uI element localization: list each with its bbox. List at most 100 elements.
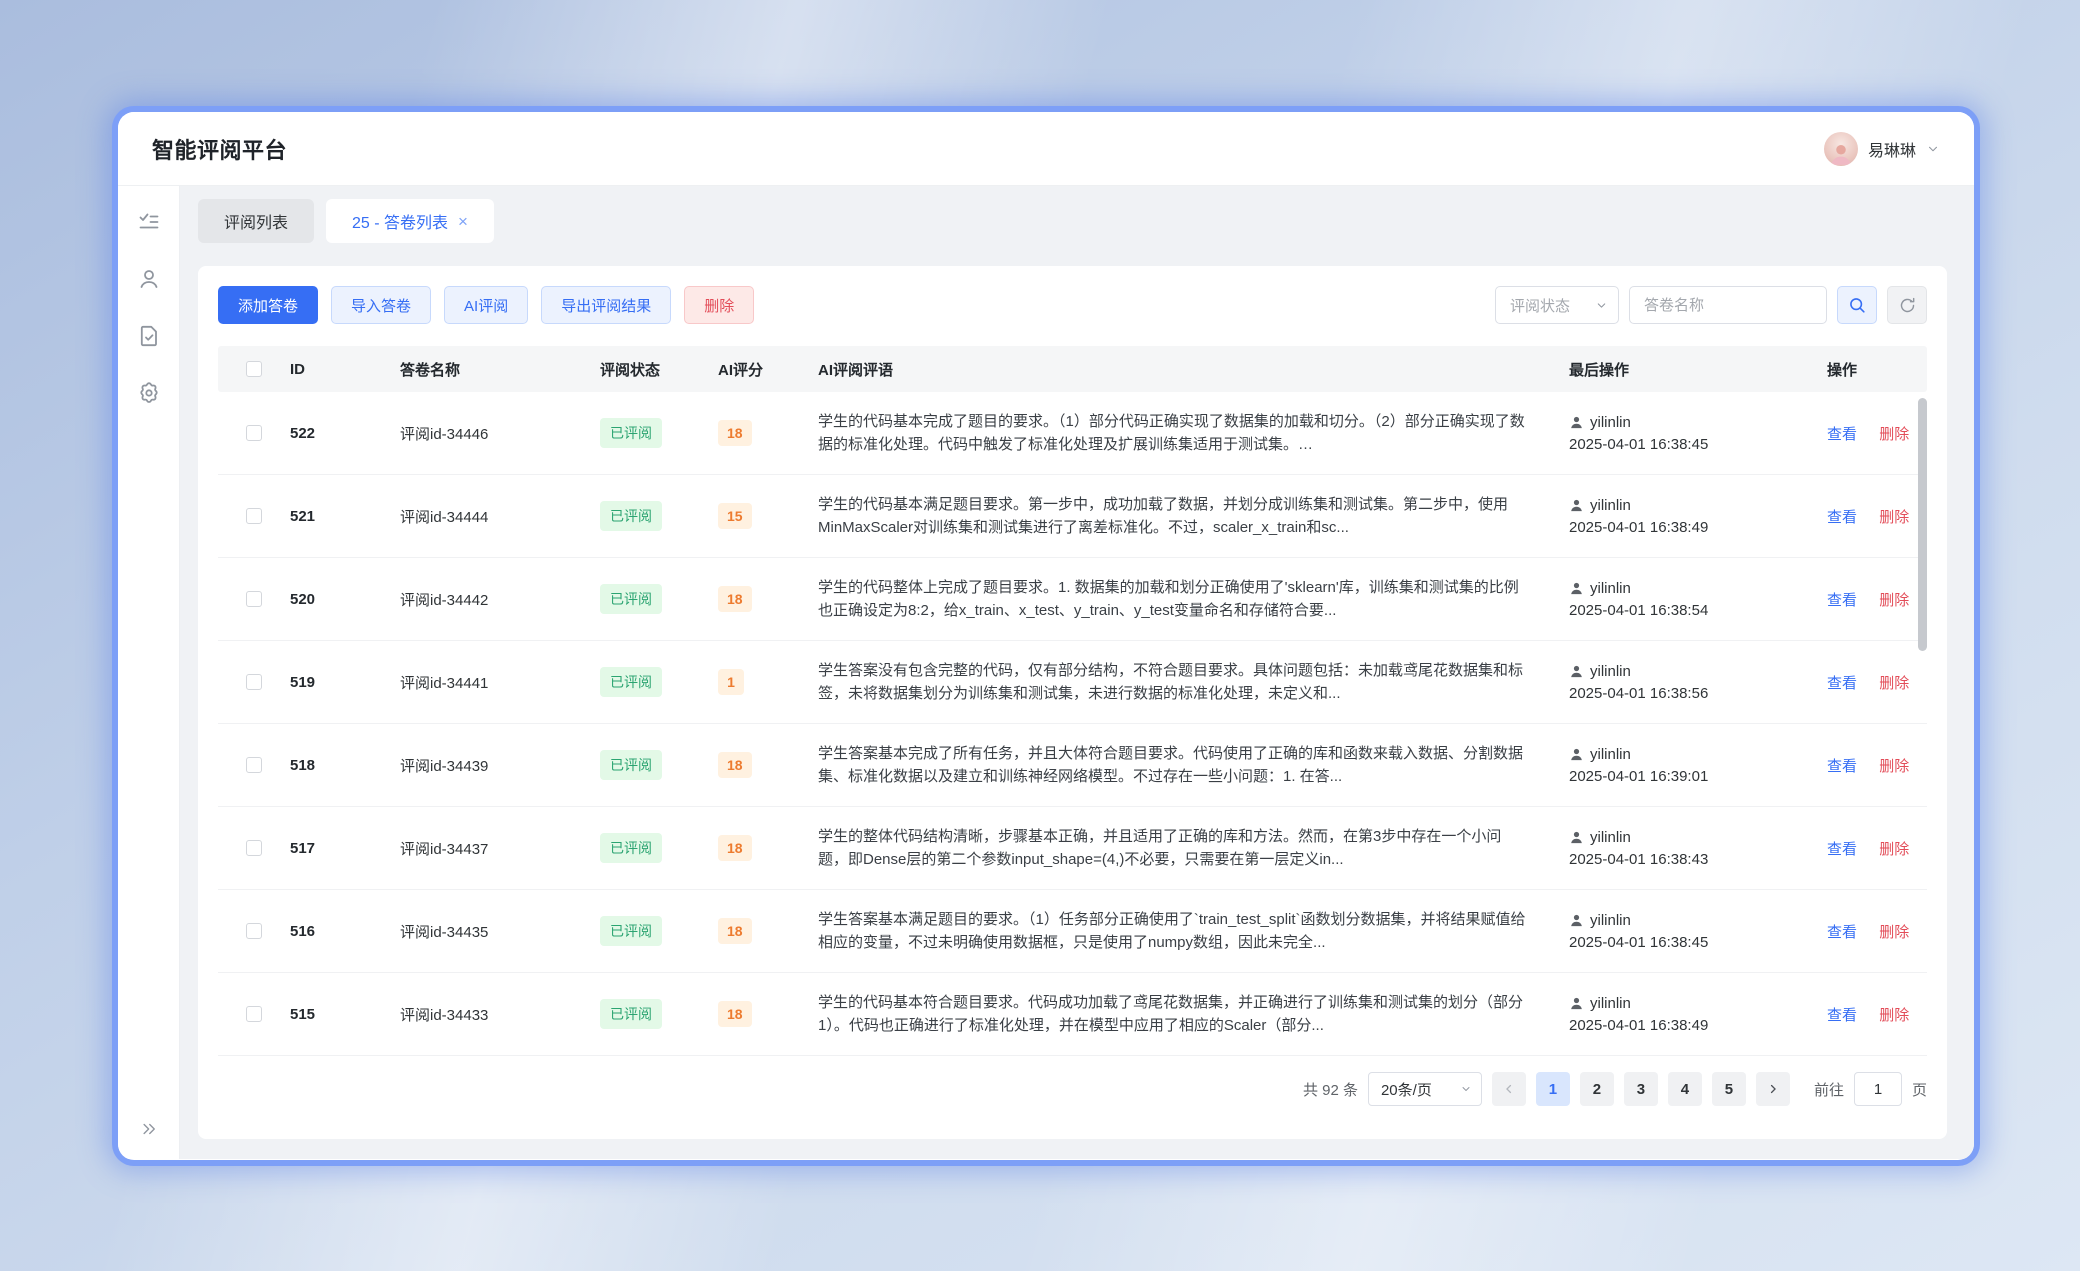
person-icon <box>1569 498 1584 513</box>
table-scrollbar[interactable] <box>1918 398 1927 651</box>
row-checkbox[interactable] <box>246 508 262 524</box>
table-row: 522 评阅id-34446 已评阅 18 学生的代码基本完成了题目的要求。（1… <box>218 392 1927 475</box>
sidebar-item-settings[interactable] <box>131 379 167 407</box>
pagination: 共 92 条 20条/页 12345 前往 <box>218 1072 1927 1106</box>
cell-ops: 查看 删除 <box>1819 672 1927 693</box>
status-filter-select[interactable]: 评阅状态 <box>1495 286 1619 324</box>
tab-review-list-label: 评阅列表 <box>224 209 288 233</box>
cell-answer-name: 评阅id-34446 <box>392 423 592 444</box>
operation-time: 2025-04-01 16:38:56 <box>1569 685 1811 702</box>
chevron-down-icon <box>1460 1083 1472 1095</box>
view-link[interactable]: 查看 <box>1827 426 1857 443</box>
import-answer-button[interactable]: 导入答卷 <box>331 286 431 324</box>
view-link[interactable]: 查看 <box>1827 758 1857 775</box>
sidebar-collapse-button[interactable] <box>131 1115 167 1143</box>
delete-link[interactable]: 删除 <box>1879 675 1909 692</box>
sidebar-item-documents[interactable] <box>131 322 167 350</box>
page-button-4[interactable]: 4 <box>1668 1072 1702 1106</box>
view-link[interactable]: 查看 <box>1827 675 1857 692</box>
header-name: 答卷名称 <box>392 359 592 380</box>
cell-ops: 查看 删除 <box>1819 506 1927 527</box>
goto-page-input[interactable] <box>1854 1072 1902 1106</box>
view-link[interactable]: 查看 <box>1827 841 1857 858</box>
delete-link[interactable]: 删除 <box>1879 592 1909 609</box>
cell-ai-comment: 学生的代码整体上完成了题目要求。1. 数据集的加载和划分正确使用了'sklear… <box>818 576 1553 623</box>
score-badge: 18 <box>718 918 752 944</box>
row-checkbox[interactable] <box>246 674 262 690</box>
cell-ops: 查看 删除 <box>1819 423 1927 444</box>
export-results-button[interactable]: 导出评阅结果 <box>541 286 671 324</box>
delete-link[interactable]: 删除 <box>1879 426 1909 443</box>
view-link[interactable]: 查看 <box>1827 924 1857 941</box>
operation-time: 2025-04-01 16:38:49 <box>1569 519 1811 536</box>
close-tab-icon[interactable]: × <box>458 213 468 230</box>
row-checkbox[interactable] <box>246 840 262 856</box>
operator-name: yilinlin <box>1590 995 1631 1012</box>
tab-answer-list[interactable]: 25 - 答卷列表 × <box>326 199 494 243</box>
view-link[interactable]: 查看 <box>1827 1007 1857 1024</box>
page-button-5[interactable]: 5 <box>1712 1072 1746 1106</box>
user-icon <box>137 267 161 291</box>
prev-page-button[interactable] <box>1492 1072 1526 1106</box>
row-checkbox[interactable] <box>246 1006 262 1022</box>
action-buttons: 添加答卷 导入答卷 AI评阅 导出评阅结果 删除 <box>218 286 754 324</box>
cell-id: 518 <box>282 757 392 774</box>
delete-link[interactable]: 删除 <box>1879 509 1909 526</box>
status-badge: 已评阅 <box>600 584 662 614</box>
view-link[interactable]: 查看 <box>1827 509 1857 526</box>
tab-bar: 评阅列表 25 - 答卷列表 × <box>198 199 1947 243</box>
score-badge: 18 <box>718 420 752 446</box>
cell-answer-name: 评阅id-34439 <box>392 755 592 776</box>
view-link[interactable]: 查看 <box>1827 592 1857 609</box>
row-checkbox[interactable] <box>246 923 262 939</box>
search-button[interactable] <box>1837 286 1877 324</box>
next-page-button[interactable] <box>1756 1072 1790 1106</box>
operator-name: yilinlin <box>1590 746 1631 763</box>
select-all-checkbox[interactable] <box>246 361 262 377</box>
score-badge: 18 <box>718 1001 752 1027</box>
user-menu[interactable]: 易琳琳 <box>1824 132 1940 166</box>
table-header-row: ID 答卷名称 评阅状态 AI评分 AI评阅评语 最后操作 操作 <box>218 346 1927 392</box>
delete-link[interactable]: 删除 <box>1879 1007 1909 1024</box>
table-row: 521 评阅id-34444 已评阅 15 学生的代码基本满足题目要求。第一步中… <box>218 475 1927 558</box>
chevron-right-icon <box>1766 1082 1780 1096</box>
cell-ai-comment: 学生的代码基本符合题目要求。代码成功加载了鸢尾花数据集，并正确进行了训练集和测试… <box>818 991 1553 1038</box>
row-checkbox[interactable] <box>246 757 262 773</box>
operator-name: yilinlin <box>1590 497 1631 514</box>
operator-name: yilinlin <box>1590 580 1631 597</box>
tab-review-list[interactable]: 评阅列表 <box>198 199 314 243</box>
table-row: 519 评阅id-34441 已评阅 1 学生答案没有包含完整的代码，仅有部分结… <box>218 641 1927 724</box>
operation-time: 2025-04-01 16:38:49 <box>1569 1017 1811 1034</box>
status-badge: 已评阅 <box>600 916 662 946</box>
page-size-select[interactable]: 20条/页 <box>1368 1072 1482 1106</box>
status-filter-placeholder: 评阅状态 <box>1510 295 1570 316</box>
page-button-3[interactable]: 3 <box>1624 1072 1658 1106</box>
delete-link[interactable]: 删除 <box>1879 758 1909 775</box>
delete-button[interactable]: 删除 <box>684 286 754 324</box>
answer-name-filter-input[interactable] <box>1629 286 1827 324</box>
operator-name: yilinlin <box>1590 912 1631 929</box>
cell-answer-name: 评阅id-34433 <box>392 1004 592 1025</box>
sidebar-item-users[interactable] <box>131 265 167 293</box>
cell-last-op: yilinlin 2025-04-01 16:38:45 <box>1561 414 1819 453</box>
add-answer-button[interactable]: 添加答卷 <box>218 286 318 324</box>
cell-ai-comment: 学生的整体代码结构清晰，步骤基本正确，并且适用了正确的库和方法。然而，在第3步中… <box>818 825 1553 872</box>
row-checkbox[interactable] <box>246 591 262 607</box>
ai-review-button[interactable]: AI评阅 <box>444 286 528 324</box>
cell-ai-comment: 学生的代码基本完成了题目的要求。（1）部分代码正确实现了数据集的加载和切分。（2… <box>818 410 1553 457</box>
operation-time: 2025-04-01 16:38:45 <box>1569 934 1811 951</box>
refresh-button[interactable] <box>1887 286 1927 324</box>
delete-link[interactable]: 删除 <box>1879 924 1909 941</box>
page-button-1[interactable]: 1 <box>1536 1072 1570 1106</box>
row-checkbox[interactable] <box>246 425 262 441</box>
delete-link[interactable]: 删除 <box>1879 841 1909 858</box>
page-button-2[interactable]: 2 <box>1580 1072 1614 1106</box>
cell-answer-name: 评阅id-34442 <box>392 589 592 610</box>
cell-last-op: yilinlin 2025-04-01 16:38:43 <box>1561 829 1819 868</box>
cell-last-op: yilinlin 2025-04-01 16:38:45 <box>1561 912 1819 951</box>
toolbar: 添加答卷 导入答卷 AI评阅 导出评阅结果 删除 评阅状态 <box>218 286 1927 324</box>
goto-suffix-label: 页 <box>1912 1079 1927 1100</box>
avatar[interactable] <box>1824 132 1858 166</box>
sidebar-item-review-tasks[interactable] <box>131 208 167 236</box>
app-title: 智能评阅平台 <box>152 133 287 165</box>
